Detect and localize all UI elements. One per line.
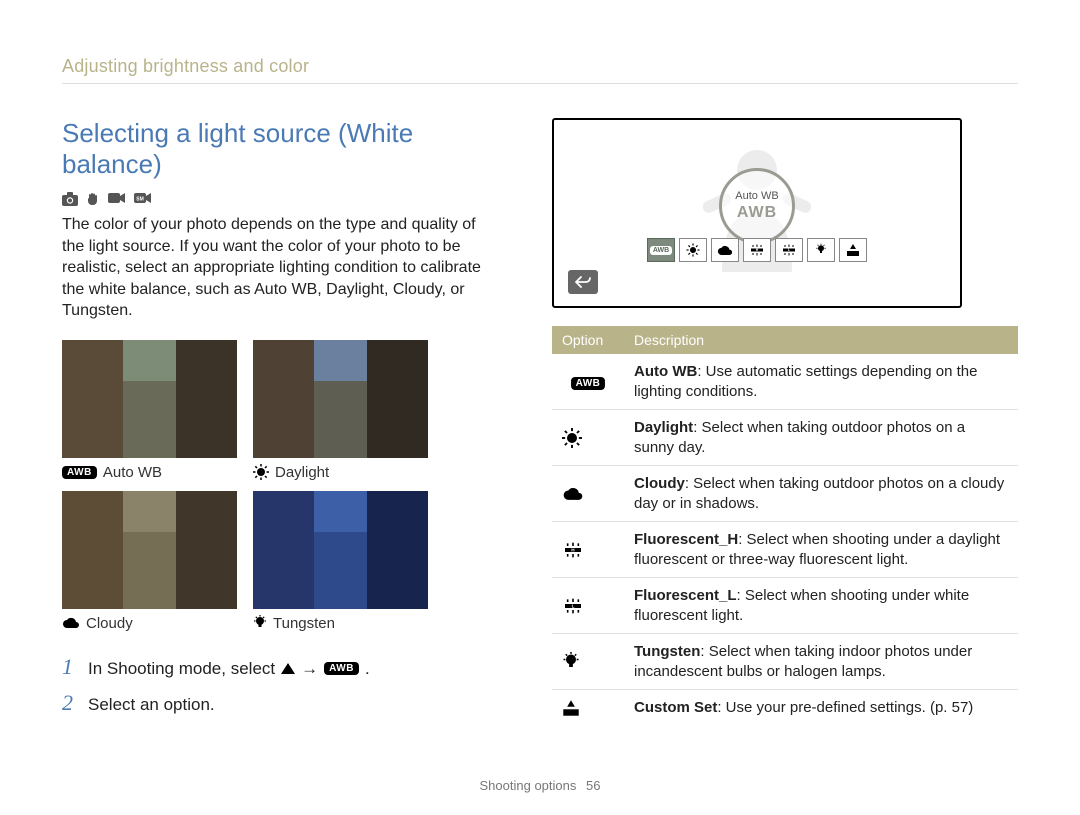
fluorescent-h-icon: H xyxy=(552,522,624,578)
wb-cell-fluorescent-l[interactable]: L xyxy=(775,238,803,262)
svg-text:SM: SM xyxy=(136,197,144,203)
mode-icons-row: SM xyxy=(62,192,502,206)
table-header-option: Option xyxy=(552,326,624,354)
video-mode-icon xyxy=(108,192,126,206)
cloud-icon xyxy=(552,466,624,522)
page-title: Selecting a light source (White balance) xyxy=(62,118,502,180)
table-row: H Fluorescent_H: Select when shooting un… xyxy=(552,522,1018,578)
thumb-cloudy: Cloudy xyxy=(62,491,237,632)
section-header: Adjusting brightness and color xyxy=(62,56,1018,77)
custom-set-icon xyxy=(552,690,624,726)
table-header-description: Description xyxy=(624,326,1018,354)
awb-icon: AWB xyxy=(324,662,359,675)
step-text: . xyxy=(365,659,370,679)
thumb-autowb: AWB Auto WB xyxy=(62,340,237,481)
steps-list: 1 In Shooting mode, select → AWB . 2 Sel… xyxy=(62,654,502,716)
step-number: 2 xyxy=(62,690,78,716)
smart-video-mode-icon: SM xyxy=(134,192,152,206)
table-row: Custom Set: Use your pre-defined setting… xyxy=(552,690,1018,726)
hand-mode-icon xyxy=(86,192,100,206)
sun-icon xyxy=(253,464,269,480)
bulb-icon xyxy=(253,615,267,631)
fluorescent-l-icon: L xyxy=(552,578,624,634)
wb-cell-awb[interactable]: AWB xyxy=(647,238,675,262)
awb-icon: AWB xyxy=(552,354,624,410)
wb-cell-fluorescent-h[interactable]: H xyxy=(743,238,771,262)
wb-cell-daylight[interactable] xyxy=(679,238,707,262)
table-row: L Fluorescent_L: Select when shooting un… xyxy=(552,578,1018,634)
table-row: Tungsten: Select when taking indoor phot… xyxy=(552,634,1018,690)
thumbnail-grid: AWB Auto WB Daylight Cloudy Tungsten xyxy=(62,340,502,632)
header-rule xyxy=(62,83,1018,84)
back-button[interactable] xyxy=(568,270,598,294)
awb-icon: AWB xyxy=(62,466,97,479)
thumb-daylight: Daylight xyxy=(253,340,428,481)
step-text: Select an option. xyxy=(88,695,215,715)
awb-selected-badge: Auto WB AWB xyxy=(719,168,795,244)
sun-icon xyxy=(552,410,624,466)
bulb-icon xyxy=(552,634,624,690)
wb-cell-tungsten[interactable] xyxy=(807,238,835,262)
page-footer: Shooting options 56 xyxy=(0,778,1080,793)
awb-selected-label: Auto WB xyxy=(735,190,778,202)
camera-mode-icon xyxy=(62,192,78,206)
intro-paragraph: The color of your photo depends on the t… xyxy=(62,214,502,322)
thumb-label: Auto WB xyxy=(103,464,162,481)
footer-section: Shooting options xyxy=(480,778,577,793)
page-number: 56 xyxy=(586,778,600,793)
wb-cell-cloudy[interactable] xyxy=(711,238,739,262)
thumb-label: Cloudy xyxy=(86,615,133,632)
step-number: 1 xyxy=(62,654,78,680)
arrow-icon: → xyxy=(301,659,318,679)
table-row: Daylight: Select when taking outdoor pho… xyxy=(552,410,1018,466)
camera-preview: Auto WB AWB AWB H L xyxy=(552,118,962,308)
thumb-label: Daylight xyxy=(275,464,329,481)
svg-text:L: L xyxy=(572,603,575,608)
up-triangle-icon xyxy=(281,663,295,674)
thumb-tungsten: Tungsten xyxy=(253,491,428,632)
step-1: 1 In Shooting mode, select → AWB . xyxy=(62,654,502,680)
options-table: Option Description AWB Auto WB: Use auto… xyxy=(552,326,1018,726)
wb-option-row: AWB H L xyxy=(647,238,867,262)
step-text: In Shooting mode, select xyxy=(88,659,275,679)
step-2: 2 Select an option. xyxy=(62,690,502,716)
table-row: Cloudy: Select when taking outdoor photo… xyxy=(552,466,1018,522)
awb-selected-text: AWB xyxy=(737,204,777,222)
thumb-label: Tungsten xyxy=(273,615,335,632)
table-row: AWB Auto WB: Use automatic settings depe… xyxy=(552,354,1018,410)
wb-cell-custom[interactable] xyxy=(839,238,867,262)
cloud-icon xyxy=(62,617,80,629)
